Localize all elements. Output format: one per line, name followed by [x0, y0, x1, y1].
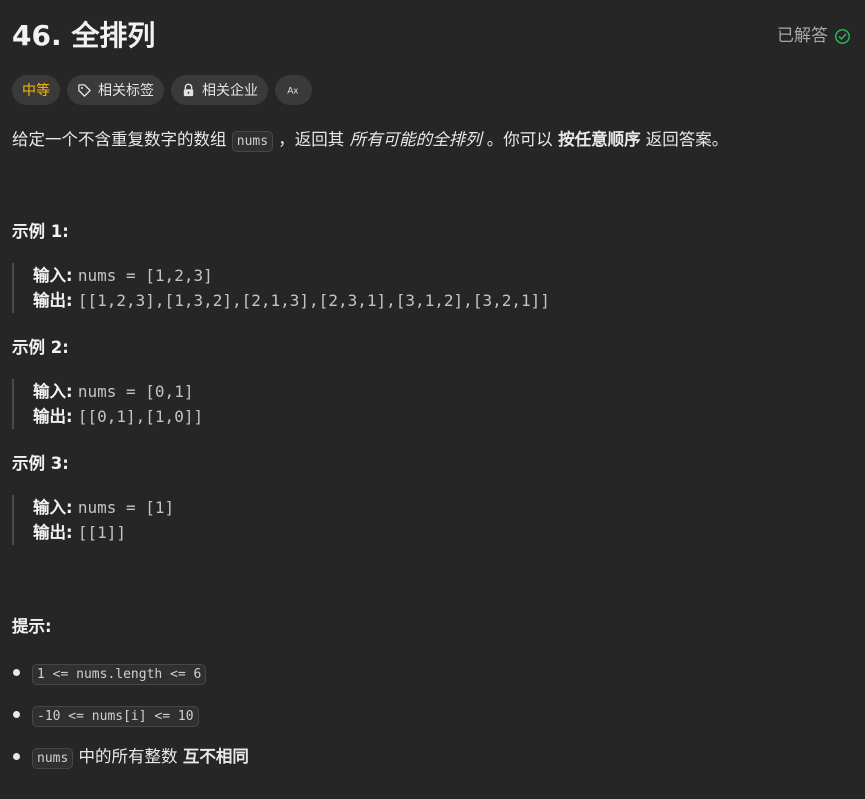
topics-tag-label: 相关标签	[98, 83, 154, 99]
constraint-1-code: 1 <= nums.length <= 6	[32, 664, 207, 685]
list-item: nums 中的所有整数 互不相同	[12, 742, 249, 784]
topics-tag[interactable]: 相关标签	[67, 75, 164, 105]
example-3-input-value: nums = [1]	[77, 498, 175, 517]
example-2-title: 示例 2:	[12, 338, 69, 357]
constraint-3-bold: 互不相同	[182, 747, 249, 766]
constraint-3-text: 中的所有整数	[73, 747, 183, 766]
example-3-output-line: 输出: [[1]]	[33, 520, 174, 545]
example-1-input-label: 输入:	[33, 266, 73, 285]
example-3-title: 示例 3:	[12, 454, 69, 473]
description-bold: 按任意顺序	[558, 130, 641, 149]
example-1-block: 输入: nums = [1,2,3] 输出: [[1,2,3],[1,3,2],…	[12, 263, 550, 313]
check-circle-icon	[835, 28, 850, 44]
constraints-title: 提示:	[12, 617, 52, 636]
constraint-2-code: -10 <= nums[i] <= 10	[32, 706, 199, 727]
example-1-title: 示例 1:	[12, 222, 69, 241]
example-2-output-label: 输出:	[33, 407, 73, 426]
problem-description-panel: 46. 全排列 已解答 中等 相关标签 相关企业 Ax 给定一个不含重复数字的数…	[0, 0, 865, 799]
example-2-output-line: 输出: [[0,1],[1,0]]	[33, 404, 203, 429]
translate-button[interactable]: Ax	[275, 75, 312, 105]
example-3-output-label: 输出:	[33, 523, 73, 542]
companies-tag-label: 相关企业	[202, 83, 258, 99]
example-1-output-label: 输出:	[33, 291, 73, 310]
translate-icon: Ax	[287, 85, 298, 95]
difficulty-label: 中等	[22, 83, 50, 99]
example-2-input-value: nums = [0,1]	[77, 382, 194, 401]
lock-icon	[183, 83, 194, 96]
solved-status-label: 已解答	[777, 26, 828, 46]
example-1-output-value: [[1,2,3],[1,3,2],[2,1,3],[2,3,1],[3,1,2]…	[77, 291, 550, 310]
description-text-1: 给定一个不含重复数字的数组	[12, 130, 232, 149]
example-1-input-line: 输入: nums = [1,2,3]	[33, 263, 550, 288]
example-2-block: 输入: nums = [0,1] 输出: [[0,1],[1,0]]	[12, 379, 203, 429]
example-1-output-line: 输出: [[1,2,3],[1,3,2],[2,1,3],[2,3,1],[3,…	[33, 288, 550, 313]
description-code-nums: nums	[231, 131, 274, 152]
example-3-block: 输入: nums = [1] 输出: [[1]]	[12, 495, 174, 545]
tag-bar: 中等 相关标签 相关企业 Ax	[12, 75, 312, 105]
constraints-list: 1 <= nums.length <= 6 -10 <= nums[i] <= …	[12, 658, 249, 784]
problem-title[interactable]: 46. 全排列	[12, 16, 155, 56]
example-3-output-value: [[1]]	[77, 523, 127, 542]
problem-description: 给定一个不含重复数字的数组 nums ，返回其 所有可能的全排列 。你可以 按任…	[12, 125, 728, 157]
list-item: -10 <= nums[i] <= 10	[12, 700, 249, 742]
description-text-3: 。你可以	[481, 130, 559, 149]
list-item: 1 <= nums.length <= 6	[12, 658, 249, 700]
example-2-input-line: 输入: nums = [0,1]	[33, 379, 203, 404]
example-2-input-label: 输入:	[33, 382, 73, 401]
example-1-input-value: nums = [1,2,3]	[77, 266, 213, 285]
example-3-input-line: 输入: nums = [1]	[33, 495, 174, 520]
description-text-4: 返回答案。	[640, 130, 729, 149]
description-text-2: ，返回其	[273, 130, 350, 149]
constraint-3-code: nums	[32, 748, 74, 769]
example-2-output-value: [[0,1],[1,0]]	[77, 407, 204, 426]
example-3-input-label: 输入:	[33, 498, 73, 517]
description-italic: 所有可能的全排列	[349, 130, 482, 149]
tag-icon	[78, 83, 91, 97]
difficulty-tag[interactable]: 中等	[12, 75, 60, 105]
companies-tag[interactable]: 相关企业	[171, 75, 268, 105]
solved-status: 已解答	[777, 24, 851, 48]
svg-text:Ax: Ax	[287, 85, 298, 95]
